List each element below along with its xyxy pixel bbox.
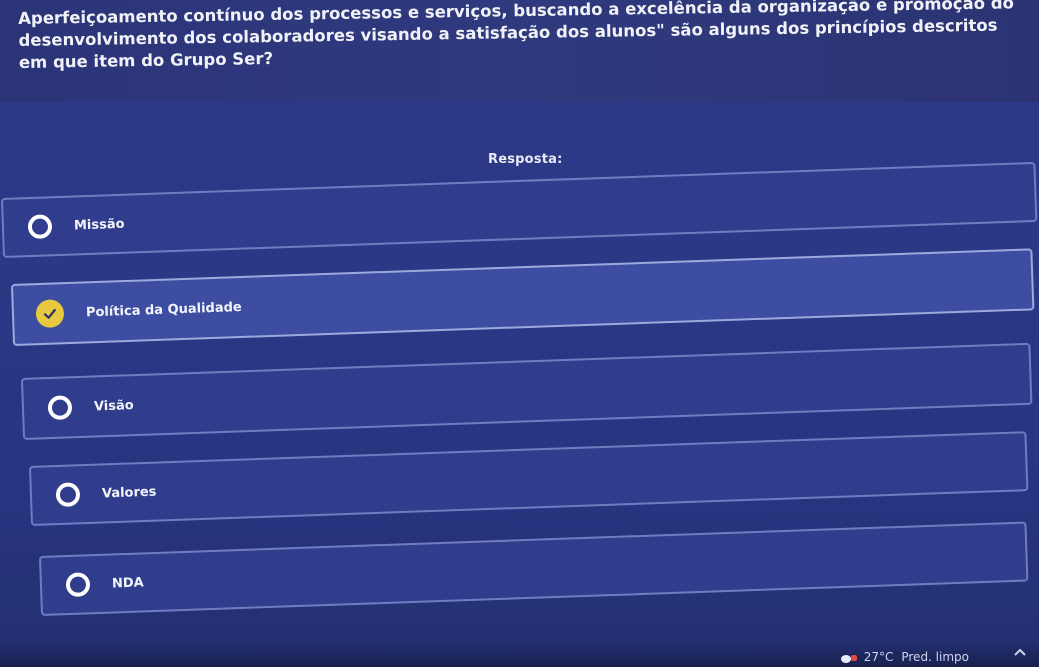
option-label: NDA bbox=[111, 574, 144, 591]
radio-unchecked-icon[interactable] bbox=[27, 214, 53, 240]
checkmark-icon bbox=[43, 308, 56, 319]
option-label: Missão bbox=[73, 216, 125, 233]
chevron-up-icon[interactable] bbox=[1013, 645, 1027, 661]
option-missao[interactable]: Missão bbox=[0, 161, 1038, 258]
taskbar: 27°C Pred. limpo bbox=[0, 641, 1039, 667]
option-politica-da-qualidade[interactable]: Política da Qualidade bbox=[10, 248, 1035, 346]
radio-unchecked-icon[interactable] bbox=[47, 395, 73, 421]
options-list: Missão Política da Qualidade Visão Valor… bbox=[0, 0, 1039, 667]
option-label: Visão bbox=[93, 397, 134, 414]
weather-widget[interactable]: 27°C Pred. limpo bbox=[840, 650, 969, 664]
option-valores[interactable]: Valores bbox=[28, 431, 1029, 526]
option-label: Política da Qualidade bbox=[85, 299, 242, 320]
option-label: Valores bbox=[101, 484, 157, 501]
weather-icon bbox=[840, 652, 857, 663]
temperature-text: 27°C bbox=[863, 650, 894, 664]
radio-unchecked-icon[interactable] bbox=[55, 482, 81, 508]
option-nda[interactable]: NDA bbox=[38, 521, 1029, 616]
check-selected-icon[interactable] bbox=[35, 299, 65, 329]
radio-unchecked-icon[interactable] bbox=[65, 572, 91, 598]
option-visao[interactable]: Visão bbox=[20, 342, 1033, 440]
weather-text: Pred. limpo bbox=[901, 650, 969, 664]
